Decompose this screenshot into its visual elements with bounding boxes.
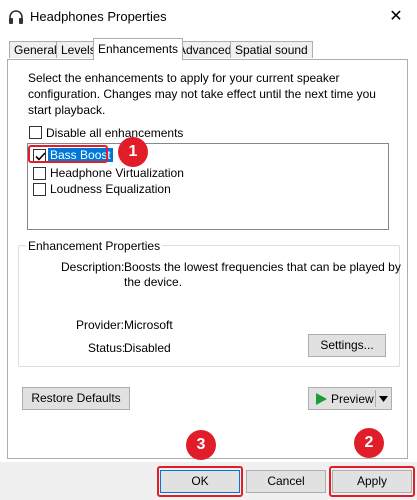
tab-spatial-sound-label: Spatial sound [235, 43, 308, 57]
settings-button-label: Settings... [320, 338, 374, 352]
description-value-line2: the device. [124, 275, 183, 289]
disable-all-label[interactable]: Disable all enhancements [46, 125, 183, 141]
description-label: Description: [61, 260, 125, 274]
split-divider [375, 390, 376, 407]
tab-advanced-label: Advanced [178, 43, 232, 57]
cancel-button[interactable]: Cancel [246, 470, 326, 493]
restore-defaults-label: Restore Defaults [31, 391, 121, 405]
play-icon [316, 393, 327, 405]
disable-all-checkbox[interactable] [29, 126, 42, 139]
callout-badge-2: 2 [354, 428, 384, 458]
tab-enhancements[interactable]: Enhancements [93, 38, 184, 60]
apply-highlight [329, 466, 415, 497]
provider-label: Provider: [76, 318, 125, 332]
loudness-equalization-checkbox[interactable] [33, 183, 46, 196]
loudness-equalization-label[interactable]: Loudness Equalization [50, 181, 171, 197]
tab-general-label: General [14, 43, 57, 57]
headphone-virtualization-checkbox[interactable] [33, 167, 46, 180]
preview-label: Preview [331, 392, 374, 406]
cancel-label: Cancel [267, 474, 305, 488]
enhancement-properties-label: Enhancement Properties [26, 238, 163, 254]
close-icon: ✕ [389, 8, 403, 25]
tab-enhancements-label: Enhancements [98, 42, 179, 56]
headphones-icon [9, 10, 23, 24]
ok-highlight [157, 466, 243, 497]
callout-badge-1: 1 [118, 137, 148, 167]
enhancements-description: Select the enhancements to apply for you… [28, 71, 376, 117]
headphone-virtualization-label[interactable]: Headphone Virtualization [50, 165, 184, 181]
tab-general[interactable]: General [9, 41, 62, 58]
bass-boost-highlight [28, 145, 108, 163]
status-label: Status: [88, 341, 126, 355]
callout-badge-3: 3 [186, 430, 216, 460]
description-value-line1: Boosts the lowest frequencies that can b… [124, 260, 401, 274]
status-value: Disabled [124, 341, 171, 355]
restore-defaults-button[interactable]: Restore Defaults [22, 387, 130, 410]
window-title: Headphones Properties [30, 9, 167, 24]
dropdown-arrow-icon[interactable] [379, 396, 388, 402]
settings-button[interactable]: Settings... [308, 334, 386, 357]
close-button[interactable]: ✕ [384, 7, 408, 27]
tab-levels-label: Levels [61, 43, 96, 57]
provider-value: Microsoft [124, 318, 173, 332]
tab-spatial-sound[interactable]: Spatial sound [230, 41, 313, 58]
preview-button[interactable]: Preview [308, 387, 392, 410]
